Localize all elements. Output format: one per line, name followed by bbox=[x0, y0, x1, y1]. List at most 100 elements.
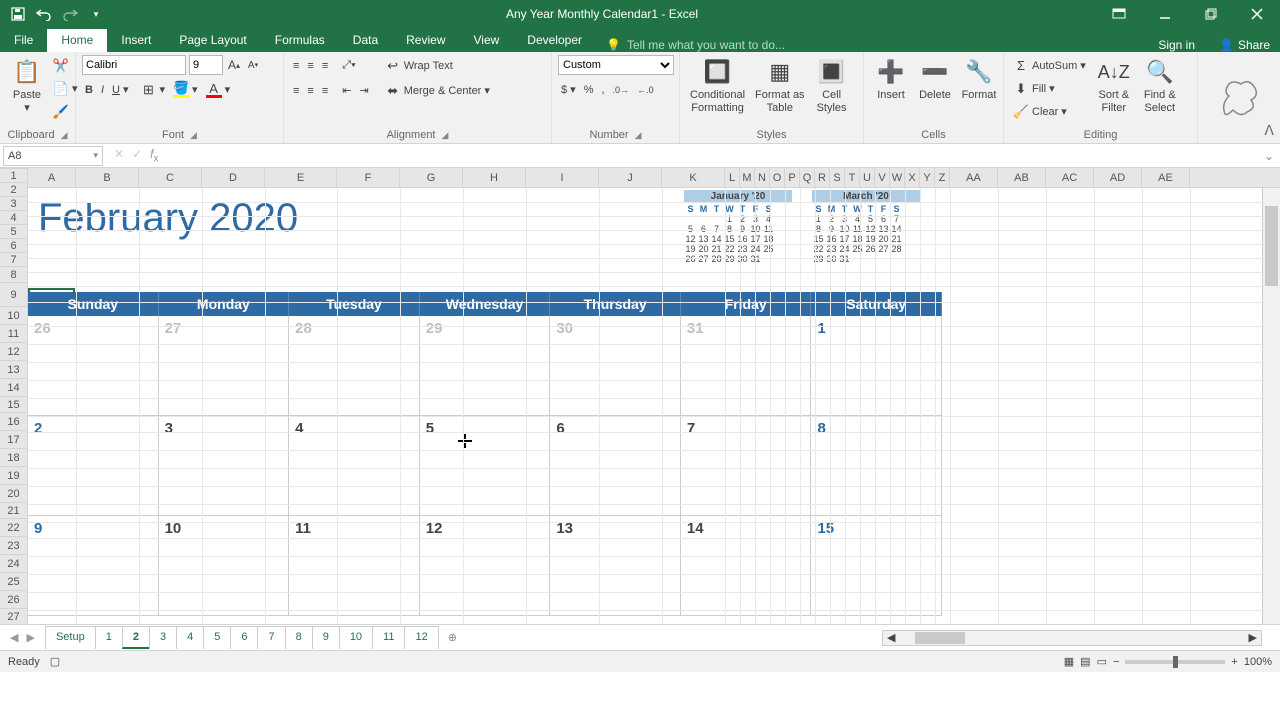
paste-button[interactable]: 📋Paste▾ bbox=[6, 55, 48, 116]
percent-button[interactable]: % bbox=[581, 79, 597, 100]
align-center-button[interactable]: ≡ bbox=[304, 80, 316, 101]
number-format-combo[interactable]: Custom bbox=[558, 55, 674, 75]
align-bottom-button[interactable]: ≡ bbox=[319, 55, 331, 76]
name-box[interactable]: A8▾ bbox=[3, 146, 103, 166]
dropdown-icon[interactable]: ▾ bbox=[93, 150, 98, 161]
font-name-combo[interactable] bbox=[82, 55, 186, 75]
orientation-button[interactable]: ⤢▾ bbox=[339, 55, 358, 76]
close-icon[interactable] bbox=[1234, 0, 1280, 28]
tab-data[interactable]: Data bbox=[339, 29, 392, 52]
prev-sheet-icon[interactable]: ◀ bbox=[10, 631, 18, 644]
insert-cells-button[interactable]: ➕Insert bbox=[870, 55, 912, 104]
sheet-tab[interactable]: 11 bbox=[372, 626, 405, 649]
zoom-in-icon[interactable]: + bbox=[1231, 656, 1237, 668]
view-pagelayout-icon[interactable]: ▤ bbox=[1080, 655, 1090, 668]
macro-record-icon[interactable]: ▢ bbox=[50, 655, 60, 668]
vertical-scrollbar[interactable] bbox=[1262, 188, 1280, 624]
dialog-launcher-icon[interactable]: ◢ bbox=[61, 130, 68, 141]
ribbon-options-icon[interactable] bbox=[1096, 0, 1142, 28]
tab-page-layout[interactable]: Page Layout bbox=[165, 29, 260, 52]
tab-home[interactable]: Home bbox=[47, 29, 107, 52]
sheet-tab[interactable]: 5 bbox=[203, 626, 231, 649]
wrap-text-button[interactable]: ↩Wrap Text bbox=[382, 55, 493, 76]
sheet-tab[interactable]: 4 bbox=[176, 626, 204, 649]
font-size-combo[interactable] bbox=[189, 55, 223, 75]
delete-cells-button[interactable]: ➖Delete bbox=[914, 55, 956, 104]
fill-color-button[interactable]: 🪣▾ bbox=[170, 79, 201, 100]
align-right-button[interactable]: ≡ bbox=[319, 80, 331, 101]
dialog-launcher-icon[interactable]: ◢ bbox=[635, 130, 642, 141]
maximize-icon[interactable] bbox=[1188, 0, 1234, 28]
borders-button[interactable]: ⊞▾ bbox=[138, 79, 169, 100]
sheet-tab[interactable]: 12 bbox=[404, 626, 438, 649]
qat-customize-icon[interactable]: ▾ bbox=[84, 2, 108, 26]
cell-styles-button[interactable]: 🔳Cell Styles bbox=[811, 55, 853, 116]
format-as-table-button[interactable]: ▦Format as Table bbox=[751, 55, 809, 116]
new-sheet-icon[interactable]: ⊕ bbox=[438, 631, 467, 644]
expand-fbar-icon[interactable]: ⌄ bbox=[1258, 149, 1280, 163]
zoom-out-icon[interactable]: − bbox=[1113, 656, 1119, 668]
fx-icon[interactable]: fx bbox=[150, 147, 158, 164]
next-sheet-icon[interactable]: ▶ bbox=[26, 631, 34, 644]
sort-filter-button[interactable]: A↓ZSort & Filter bbox=[1093, 55, 1135, 122]
sheet-tab[interactable]: Setup bbox=[45, 626, 96, 649]
tab-developer[interactable]: Developer bbox=[513, 29, 596, 52]
sheet-tab[interactable]: 10 bbox=[339, 626, 373, 649]
window-title: Any Year Monthly Calendar1 - Excel bbox=[108, 7, 1096, 21]
sign-in[interactable]: Sign in bbox=[1144, 38, 1209, 52]
shrink-font-icon[interactable]: A▾ bbox=[245, 57, 261, 73]
fill-button[interactable]: ⬇Fill ▾ bbox=[1010, 78, 1089, 99]
save-icon[interactable] bbox=[6, 2, 30, 26]
view-pagebreak-icon[interactable]: ▭ bbox=[1097, 655, 1107, 668]
autosum-button[interactable]: ΣAutoSum ▾ bbox=[1010, 55, 1089, 76]
sheet-tab[interactable]: 9 bbox=[312, 626, 340, 649]
dialog-launcher-icon[interactable]: ◢ bbox=[190, 130, 197, 141]
currency-button[interactable]: $ ▾ bbox=[558, 79, 579, 100]
cancel-icon[interactable]: ✕ bbox=[114, 147, 124, 164]
increase-indent-button[interactable]: ⇥ bbox=[356, 80, 371, 101]
collapse-ribbon-icon[interactable]: ᐱ bbox=[1264, 122, 1274, 139]
tab-insert[interactable]: Insert bbox=[107, 29, 165, 52]
sheet-tab[interactable]: 8 bbox=[285, 626, 313, 649]
tab-formulas[interactable]: Formulas bbox=[261, 29, 339, 52]
decrease-indent-button[interactable]: ⇤ bbox=[339, 80, 354, 101]
view-normal-icon[interactable]: ▦ bbox=[1064, 655, 1074, 668]
merge-button[interactable]: ⬌Merge & Center ▾ bbox=[382, 80, 493, 101]
dialog-launcher-icon[interactable]: ◢ bbox=[442, 130, 449, 141]
italic-button[interactable]: I bbox=[98, 79, 107, 100]
bold-button[interactable]: B bbox=[82, 79, 96, 100]
sheet-tab[interactable]: 6 bbox=[230, 626, 258, 649]
enter-icon[interactable]: ✓ bbox=[132, 147, 142, 164]
minimize-icon[interactable] bbox=[1142, 0, 1188, 28]
sheet-tab[interactable]: 1 bbox=[95, 626, 123, 649]
worksheet-cells[interactable]: February 2020 January '20SMTWTFS12345678… bbox=[28, 188, 1280, 624]
comma-button[interactable]: , bbox=[598, 79, 607, 100]
tab-file[interactable]: File bbox=[0, 29, 47, 52]
tab-review[interactable]: Review bbox=[392, 29, 459, 52]
horizontal-scrollbar[interactable]: ◀▶ bbox=[882, 630, 1262, 646]
increase-decimal-button[interactable]: .0→ bbox=[610, 79, 633, 100]
align-top-button[interactable]: ≡ bbox=[290, 55, 302, 76]
zoom-percent[interactable]: 100% bbox=[1244, 656, 1272, 668]
tab-view[interactable]: View bbox=[460, 29, 514, 52]
grow-font-icon[interactable]: A▴ bbox=[226, 57, 242, 73]
align-left-button[interactable]: ≡ bbox=[290, 80, 302, 101]
find-select-button[interactable]: 🔍Find & Select bbox=[1139, 55, 1181, 122]
tell-me[interactable]: 💡Tell me what you want to do... bbox=[596, 38, 1144, 52]
row-headers[interactable]: 1234567891011121314151617181920212223242… bbox=[0, 169, 28, 625]
sheet-tab[interactable]: 2 bbox=[122, 626, 150, 649]
decrease-decimal-button[interactable]: ←.0 bbox=[634, 79, 657, 100]
conditional-formatting-button[interactable]: 🔲Conditional Formatting bbox=[686, 55, 749, 116]
undo-icon[interactable] bbox=[32, 2, 56, 26]
clear-button[interactable]: 🧹Clear ▾ bbox=[1010, 101, 1089, 122]
sheet-tab[interactable]: 7 bbox=[257, 626, 285, 649]
format-cells-button[interactable]: 🔧Format bbox=[958, 55, 1000, 104]
zoom-slider[interactable] bbox=[1125, 660, 1225, 664]
column-headers[interactable]: ABCDEFGHIJKLMNOPQRSTUVWXYZAAABACADAE bbox=[28, 168, 1280, 188]
underline-button[interactable]: U ▾ bbox=[109, 79, 131, 100]
font-color-button[interactable]: A▾ bbox=[203, 79, 234, 100]
sheet-tab[interactable]: 3 bbox=[149, 626, 177, 649]
redo-icon[interactable] bbox=[58, 2, 82, 26]
share-button[interactable]: 👤Share bbox=[1209, 38, 1280, 52]
align-middle-button[interactable]: ≡ bbox=[304, 55, 316, 76]
